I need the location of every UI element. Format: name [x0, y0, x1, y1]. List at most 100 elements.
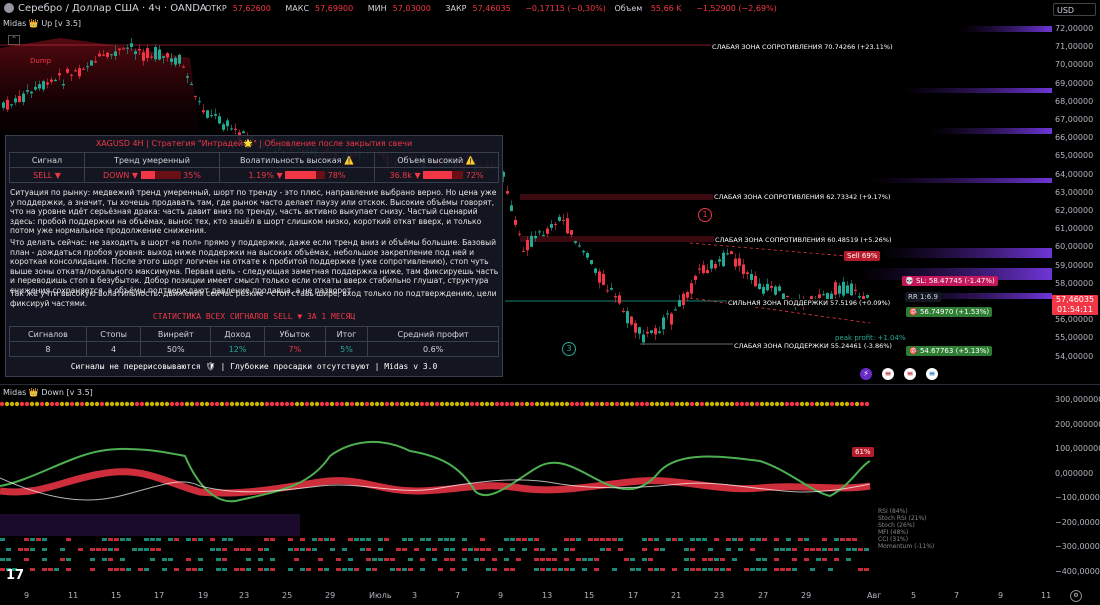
- strip-cell: [606, 548, 611, 551]
- sell-signal-tag[interactable]: Sell 69%: [844, 251, 881, 261]
- strip-cell: [804, 558, 809, 561]
- signal-dot: [139, 401, 145, 407]
- candle-body: [162, 56, 165, 58]
- strip-cell: [648, 538, 653, 541]
- strip-cell: [504, 568, 509, 571]
- strip-cell: [750, 568, 755, 571]
- strip-cell: [162, 568, 167, 571]
- signal-dot: [319, 401, 325, 407]
- candle-body: [682, 293, 685, 306]
- candle-body: [506, 191, 509, 194]
- tradingview-logo-icon[interactable]: 17: [6, 568, 24, 583]
- strip-cell: [60, 558, 65, 561]
- momentum-area: [0, 514, 300, 536]
- strip-cell: [738, 548, 743, 551]
- strip-cell: [234, 548, 239, 551]
- symbol-logo-icon[interactable]: [4, 3, 14, 13]
- strip-cell: [138, 568, 143, 571]
- candle-body: [770, 286, 773, 288]
- currency-select[interactable]: USD: [1053, 3, 1096, 16]
- strip-cell: [30, 568, 35, 571]
- take-profit-2-tag[interactable]: 🎯 54.67763 (+5.13%): [906, 346, 993, 356]
- time-axis[interactable]: 9 11 15 17 19 23 25 29 Июль 3 7 9 13 15 17 21 23 27 29 Авг 5…: [0, 588, 1100, 604]
- signal-dot: [344, 401, 350, 407]
- strip-cell: [372, 568, 377, 571]
- strip-cell: [786, 568, 791, 571]
- candle-body: [574, 241, 577, 243]
- candle-body: [58, 73, 61, 76]
- strip-cell: [588, 538, 593, 541]
- signal-dot: [84, 401, 90, 407]
- strip-cell: [612, 538, 617, 541]
- time-tick: 15: [584, 591, 595, 600]
- settings-icon[interactable]: ⚙: [1070, 590, 1082, 602]
- candle-body: [762, 286, 765, 294]
- marker-1-icon[interactable]: 1: [698, 208, 712, 222]
- strip-cell: [408, 538, 413, 541]
- strip-cell: [654, 538, 659, 541]
- strip-cell: [810, 568, 815, 571]
- strip-cell: [474, 558, 479, 561]
- strip-cell: [648, 558, 653, 561]
- stats-header: Винрейт: [140, 326, 212, 342]
- strip-cell: [450, 568, 455, 571]
- strip-cell: [714, 538, 719, 541]
- signal-dot: [384, 401, 390, 407]
- candle-body: [538, 231, 541, 233]
- time-tick: 11: [1041, 591, 1052, 600]
- flag-eu-icon[interactable]: ≡: [926, 368, 938, 380]
- oscillator-axis[interactable]: 300,000000 200,000000 100,000000 0,000000 −1…: [1052, 392, 1100, 582]
- marker-3-icon[interactable]: 3: [562, 342, 576, 356]
- signal-dot: [409, 401, 415, 407]
- strip-cell: [342, 548, 347, 551]
- oscillator-chart[interactable]: [0, 396, 1052, 586]
- candle-body: [606, 290, 609, 292]
- strip-cell: [492, 558, 497, 561]
- signal-dot: [649, 401, 655, 407]
- candle-body: [234, 128, 237, 131]
- flag-us-icon[interactable]: ≡: [882, 368, 894, 380]
- strip-cell: [246, 558, 251, 561]
- strip-cell: [408, 568, 413, 571]
- strip-cell: [216, 558, 221, 561]
- pane-divider[interactable]: [0, 384, 1100, 385]
- take-profit-1-tag[interactable]: 🎯 56.74970 (+1.53%): [906, 307, 993, 317]
- signal-dot: [799, 401, 805, 407]
- symbol-title[interactable]: Серебро / Доллар США · 4ч · OANDA: [18, 3, 207, 14]
- strip-cell: [450, 558, 455, 561]
- flag-us-icon-2[interactable]: ≡: [904, 368, 916, 380]
- strip-cell: [708, 558, 713, 561]
- volatility-note-text: Так же учти высокую волатильность: движе…: [10, 289, 497, 308]
- strip-cell: [864, 548, 869, 551]
- signal-dot: [804, 401, 810, 407]
- strip-cell: [696, 538, 701, 541]
- candle-body: [198, 101, 201, 103]
- strip-cell: [606, 538, 611, 541]
- strip-cell: [24, 558, 29, 561]
- signal-dot: [174, 401, 180, 407]
- signal-dot: [199, 401, 205, 407]
- strip-cell: [528, 538, 533, 541]
- strip-cell: [24, 548, 29, 551]
- candle-body: [546, 228, 549, 234]
- candle-body: [194, 95, 197, 97]
- lightning-icon[interactable]: ⚡: [860, 368, 872, 380]
- strip-cell: [690, 538, 695, 541]
- strip-cell: [816, 548, 821, 551]
- indicator-strips: [0, 538, 869, 571]
- header-volume: Объем высокий ⚠️: [374, 152, 499, 168]
- strip-cell: [78, 548, 83, 551]
- candle-body: [174, 57, 177, 65]
- strip-cell: [216, 568, 221, 571]
- strip-cell: [258, 558, 263, 561]
- strip-cell: [426, 548, 431, 551]
- stop-loss-tag[interactable]: 💀 SL: 58.47745 (-1.47%): [902, 276, 998, 286]
- price-tick: 54,00000: [1055, 351, 1094, 361]
- signal-dot: [844, 401, 850, 407]
- time-tick: 15: [111, 591, 122, 600]
- oscillator-tick: 100,000000: [1055, 444, 1100, 453]
- price-axis[interactable]: 72,00000 71,00000 70,00000 69,00000 68,00000…: [1052, 18, 1100, 388]
- strip-cell: [318, 568, 323, 571]
- strip-cell: [144, 538, 149, 541]
- signal-dot: [379, 401, 385, 407]
